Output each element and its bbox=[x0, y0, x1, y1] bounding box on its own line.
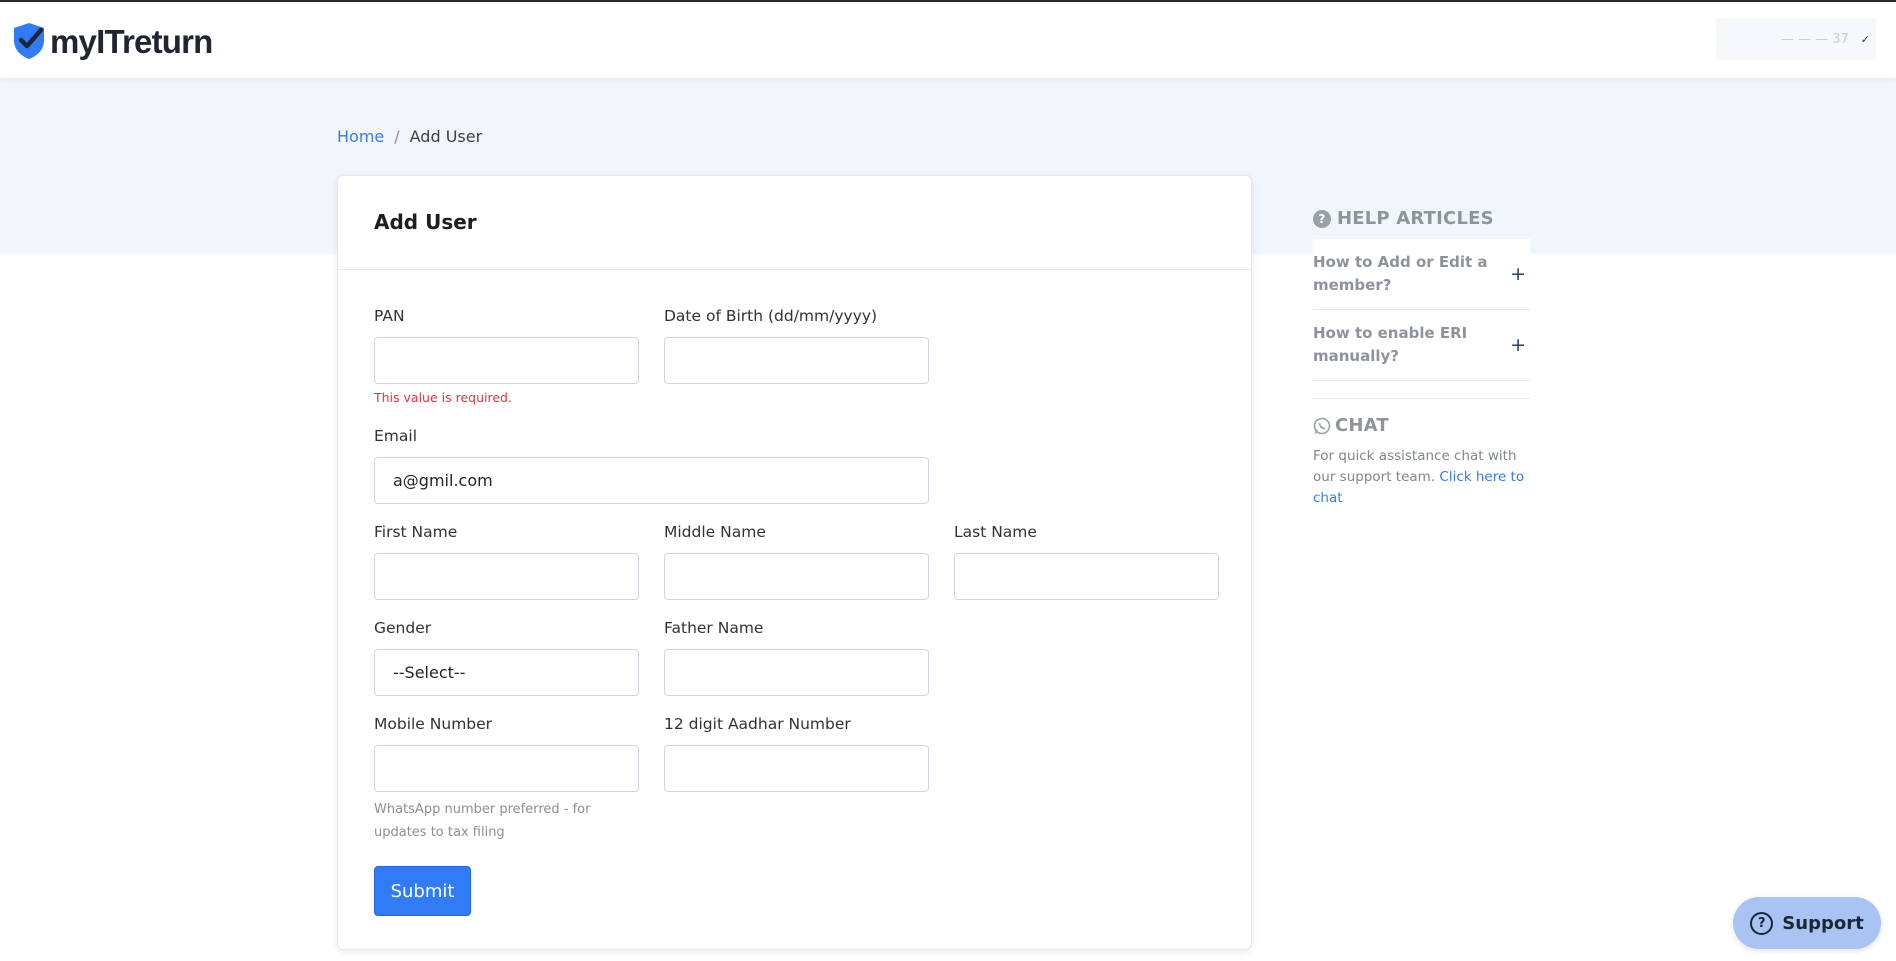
chat-description: For quick assistance chat with our suppo… bbox=[1313, 446, 1530, 509]
last-name-input[interactable] bbox=[954, 553, 1219, 600]
breadcrumb: Home / Add User bbox=[337, 127, 482, 146]
submit-button[interactable]: Submit bbox=[374, 866, 471, 916]
card-header: Add User bbox=[338, 176, 1251, 270]
pan-error-message: This value is required. bbox=[374, 390, 512, 405]
father-name-input[interactable] bbox=[664, 649, 929, 696]
father-name-field-group: Father Name bbox=[664, 619, 929, 696]
whatsapp-icon bbox=[1313, 417, 1331, 434]
top-navbar: myITreturn — — — 37 ✓ bbox=[0, 2, 1896, 78]
email-input[interactable]: a@gmil.com bbox=[374, 457, 929, 504]
user-name: — — — 37 bbox=[1780, 31, 1849, 47]
help-articles-heading: ? HELP ARTICLES bbox=[1313, 208, 1530, 229]
pan-label: PAN bbox=[374, 307, 405, 325]
help-articles-title: HELP ARTICLES bbox=[1337, 208, 1494, 229]
first-name-label: First Name bbox=[374, 523, 458, 541]
add-user-card: Add User PAN This value is required. Dat… bbox=[337, 175, 1252, 950]
aadhar-input[interactable] bbox=[664, 745, 929, 792]
middle-name-label: Middle Name bbox=[664, 523, 766, 541]
plus-icon[interactable]: + bbox=[1510, 263, 1526, 285]
mobile-field-group: Mobile Number WhatsApp number preferred … bbox=[374, 715, 639, 844]
articles-divider bbox=[1313, 381, 1530, 399]
chevron-down-icon: ✓ bbox=[1860, 32, 1870, 46]
pan-field-group: PAN This value is required. bbox=[374, 307, 639, 405]
user-menu[interactable]: — — — 37 ✓ bbox=[1716, 18, 1876, 60]
help-article-title: How to Add or Edit a member? bbox=[1313, 253, 1488, 294]
shield-check-icon bbox=[14, 23, 44, 59]
email-field-group: Email a@gmil.com bbox=[374, 427, 929, 504]
middle-name-field-group: Middle Name bbox=[664, 523, 929, 600]
chat-heading: CHAT bbox=[1313, 415, 1530, 436]
dob-input[interactable] bbox=[664, 337, 929, 384]
aadhar-field-group: 12 digit Aadhar Number bbox=[664, 715, 929, 792]
dob-field-group: Date of Birth (dd/mm/yyyy) bbox=[664, 307, 929, 384]
last-name-field-group: Last Name bbox=[954, 523, 1219, 600]
mobile-input[interactable] bbox=[374, 745, 639, 792]
middle-name-input[interactable] bbox=[664, 553, 929, 600]
support-label: Support bbox=[1782, 912, 1864, 934]
support-button[interactable]: ? Support bbox=[1733, 897, 1881, 949]
brand-name: myITreturn bbox=[50, 22, 213, 60]
first-name-input[interactable] bbox=[374, 553, 639, 600]
question-circle-icon: ? bbox=[1313, 209, 1331, 228]
chat-title: CHAT bbox=[1335, 415, 1389, 436]
aadhar-label: 12 digit Aadhar Number bbox=[664, 715, 851, 733]
help-circle-icon: ? bbox=[1750, 911, 1774, 935]
brand-logo[interactable]: myITreturn bbox=[12, 22, 213, 60]
help-article-item[interactable]: How to enable ERI manually? + bbox=[1313, 310, 1530, 381]
help-article-item[interactable]: How to Add or Edit a member? + bbox=[1313, 239, 1530, 310]
last-name-label: Last Name bbox=[954, 523, 1037, 541]
father-name-label: Father Name bbox=[664, 619, 764, 637]
first-name-field-group: First Name bbox=[374, 523, 639, 600]
gender-select[interactable]: --Select-- bbox=[374, 649, 639, 696]
mobile-helper-text: WhatsApp number preferred - for updates … bbox=[374, 802, 591, 840]
help-article-title: How to enable ERI manually? bbox=[1313, 324, 1468, 365]
pan-input[interactable] bbox=[374, 337, 639, 384]
breadcrumb-home-link[interactable]: Home bbox=[337, 127, 384, 146]
breadcrumb-separator: / bbox=[394, 127, 400, 146]
plus-icon[interactable]: + bbox=[1510, 334, 1526, 356]
dob-label: Date of Birth (dd/mm/yyyy) bbox=[664, 307, 878, 325]
gender-field-group: Gender --Select-- bbox=[374, 619, 639, 696]
mobile-label: Mobile Number bbox=[374, 715, 493, 733]
breadcrumb-current: Add User bbox=[409, 127, 483, 146]
email-label: Email bbox=[374, 427, 418, 445]
gender-label: Gender bbox=[374, 619, 432, 637]
help-sidebar: ? HELP ARTICLES How to Add or Edit a mem… bbox=[1313, 208, 1530, 509]
chat-section: CHAT For quick assistance chat with our … bbox=[1313, 415, 1530, 509]
page-title: Add User bbox=[374, 210, 477, 234]
help-articles-list: How to Add or Edit a member? + How to en… bbox=[1313, 239, 1530, 399]
